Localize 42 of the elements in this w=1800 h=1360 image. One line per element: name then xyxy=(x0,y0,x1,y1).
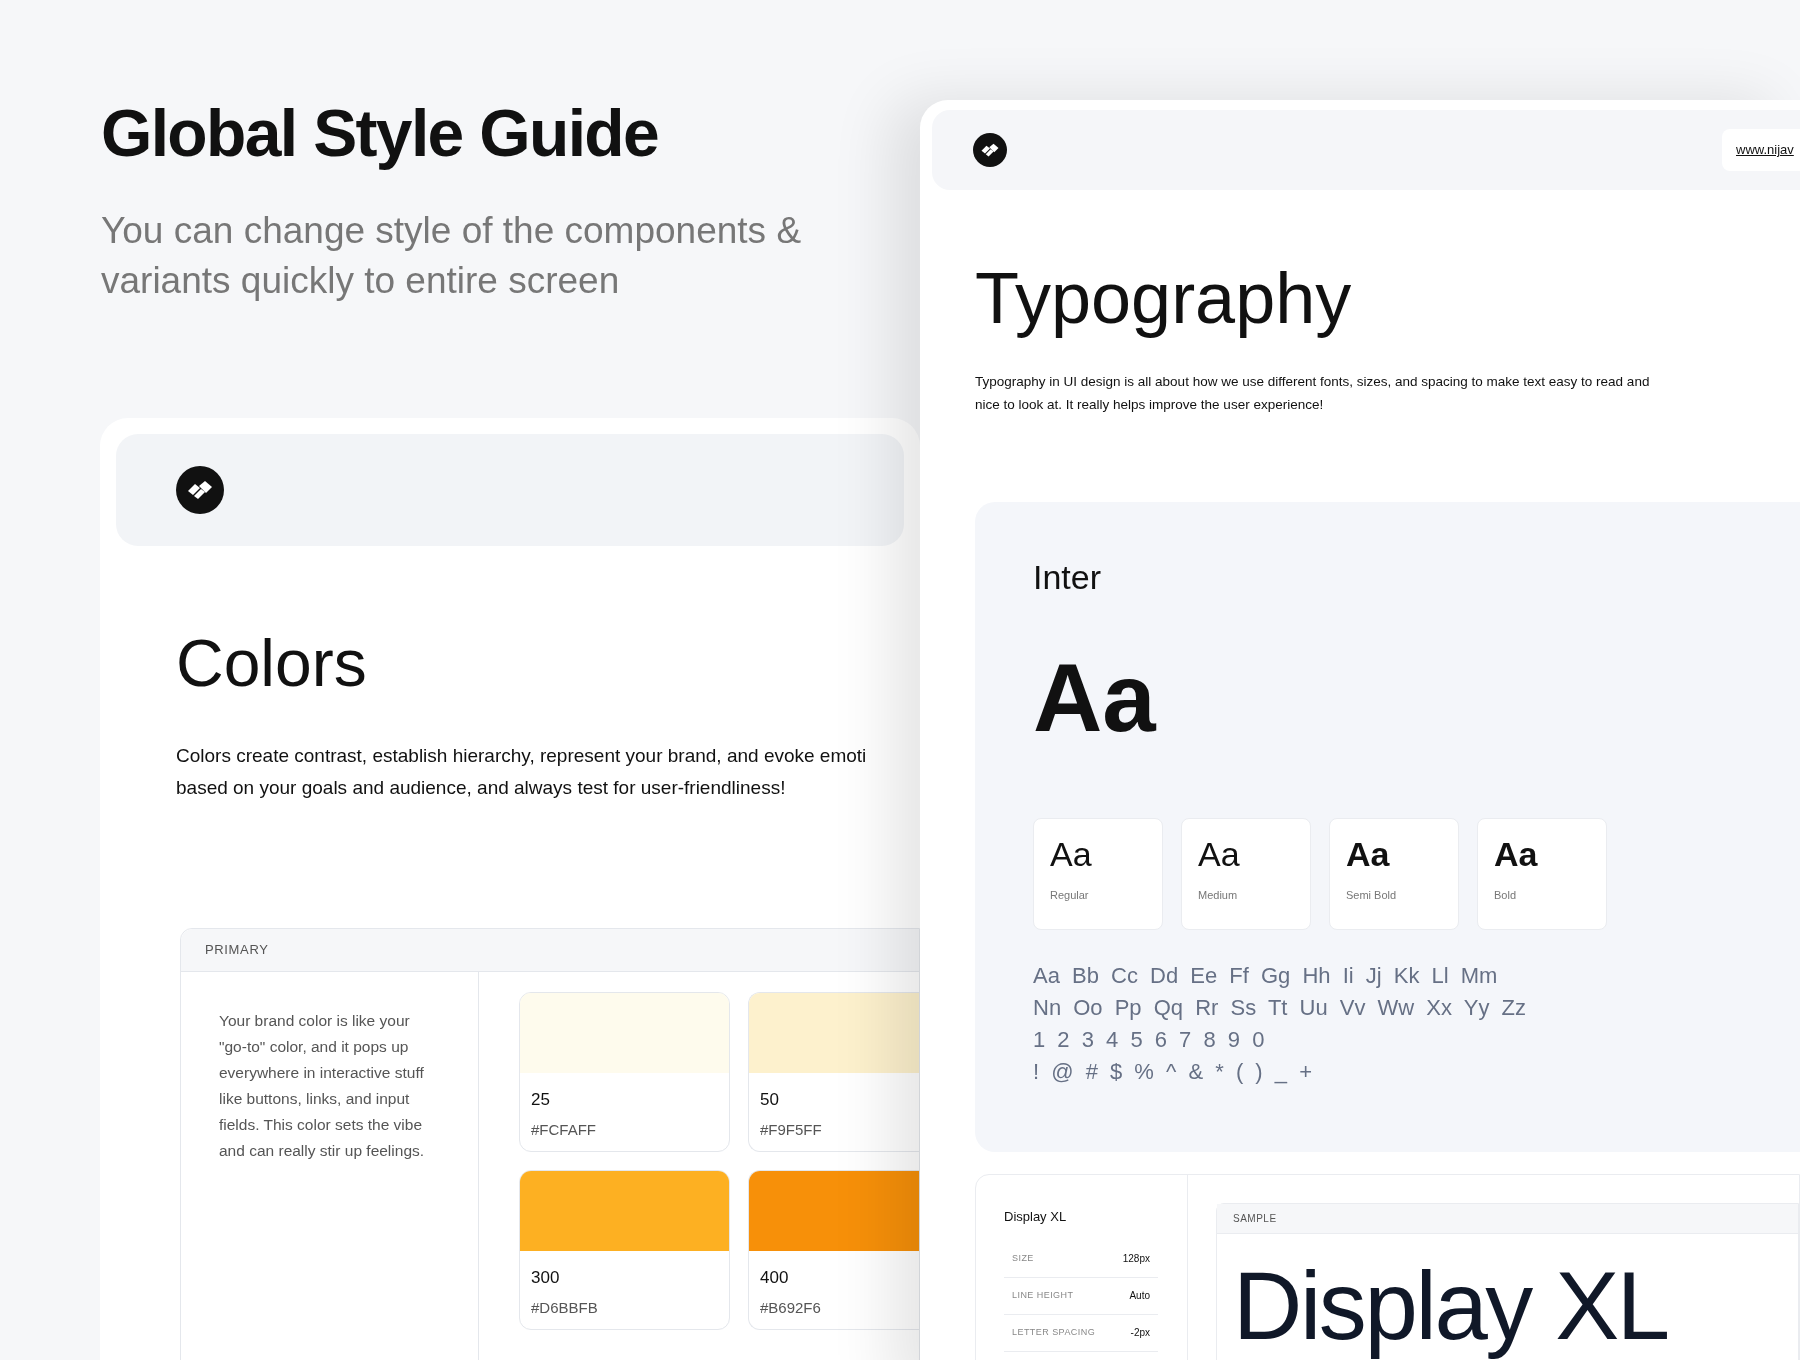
charset-line: Nn Oo Pp Qq Rr Ss Tt Uu Vv Ww Xx Yy Zz xyxy=(1033,994,1526,1022)
spec-value: Auto xyxy=(1129,1289,1150,1303)
palette-label: PRIMARY xyxy=(205,941,269,960)
logo-icon xyxy=(176,466,224,514)
weight-sample: Aa xyxy=(1050,837,1092,871)
hex-code: #B692F6 xyxy=(760,1297,821,1318)
weight-label: Bold xyxy=(1494,888,1517,903)
spec-value: 128px xyxy=(1122,1252,1150,1266)
weight-sample: Aa xyxy=(1494,837,1538,871)
shade-label: 300 xyxy=(531,1267,560,1289)
section-description: Typography in UI design is all about how we use different fonts, sizes, and spacing to make text easy to read and nice to look at. It really helps improve the user experience! xyxy=(975,373,1651,414)
subtitle-line: variants quickly to entire screen xyxy=(101,259,620,303)
shade-label: 50 xyxy=(760,1089,779,1111)
website-link[interactable]: www.nijav xyxy=(1736,140,1794,160)
hex-code: #D6BBFB xyxy=(531,1297,598,1318)
sample-label: SAMPLE xyxy=(1233,1212,1277,1226)
palette-description: Your brand color is like your "go-to" color, and it pops up everywhere in interactive stuff like buttons, links, and input fields. This color sets the vibe and can really stir up feelings. xyxy=(219,1011,426,1161)
description-line: Colors create contrast, establish hierarchy, represent your brand, and evoke emoti xyxy=(176,744,867,768)
font-sample: Aa xyxy=(1033,650,1156,746)
spec-label: LINE HEIGHT xyxy=(1012,1288,1074,1302)
hex-code: #FCFAFF xyxy=(531,1119,596,1140)
logo-icon xyxy=(973,133,1007,167)
description-line: based on your goals and audience, and always test for user-friendliness! xyxy=(176,776,786,800)
weight-label: Semi Bold xyxy=(1346,888,1397,903)
section-heading: Colors xyxy=(176,630,367,696)
charset-line: Aa Bb Cc Dd Ee Ff Gg Hh Ii Jj Kk Ll Mm xyxy=(1033,962,1498,990)
shade-label: 400 xyxy=(760,1267,789,1289)
weight-sample: Aa xyxy=(1346,837,1390,871)
shade-label: 25 xyxy=(531,1089,550,1111)
charset-line: 1 2 3 4 5 6 7 8 9 0 xyxy=(1033,1026,1265,1054)
sample-text: Display XL xyxy=(1232,1251,1668,1360)
style-name: Display XL xyxy=(1004,1208,1067,1226)
weight-label: Regular xyxy=(1050,888,1089,903)
weight-label: Medium xyxy=(1198,888,1238,903)
hex-code: #F9F5FF xyxy=(760,1119,822,1140)
charset-line: ! @ # $ % ^ & * ( ) _ + xyxy=(1033,1058,1312,1086)
spec-label: LETTER SPACING xyxy=(1012,1325,1096,1339)
font-name: Inter xyxy=(1033,560,1102,594)
spec-value: -2px xyxy=(1130,1326,1150,1340)
weight-sample: Aa xyxy=(1198,837,1240,871)
subtitle-line: You can change style of the components & xyxy=(101,209,802,253)
spec-label: SIZE xyxy=(1012,1251,1034,1265)
